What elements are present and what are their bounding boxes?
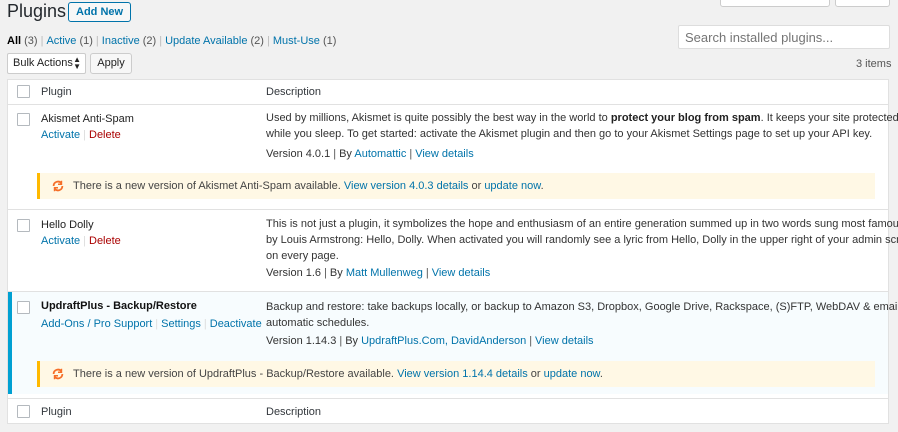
- update-notice: There is a new version of Akismet Anti-S…: [37, 173, 875, 199]
- view-version-details-link[interactable]: View version 1.14.4 details: [397, 368, 528, 380]
- author-link[interactable]: UpdraftPlus.Com, DavidAnderson: [361, 335, 526, 347]
- plugin-name: Akismet Anti-Spam: [41, 113, 134, 125]
- activate-link[interactable]: Activate: [41, 235, 80, 247]
- select-all-checkbox-footer[interactable]: [17, 405, 30, 418]
- page-title: Plugins: [7, 1, 67, 21]
- apply-button[interactable]: Apply: [90, 53, 132, 74]
- column-header-plugin[interactable]: Plugin: [41, 86, 72, 98]
- view-version-details-link[interactable]: View version 4.0.3 details: [344, 180, 469, 192]
- author-link[interactable]: Matt Mullenweg: [346, 267, 423, 279]
- screen-options-button[interactable]: [720, 0, 830, 7]
- addons-pro-support-link[interactable]: Add-Ons / Pro Support: [41, 318, 152, 330]
- plugin-status-filters: All (3) | Active (1) | Inactive (2) | Update A…: [7, 35, 337, 47]
- search-plugins-input[interactable]: [678, 25, 890, 49]
- filter-active[interactable]: Active (1): [46, 35, 92, 47]
- plugin-meta: Version 1.14.3 | By UpdraftPlus.Com, David…: [266, 335, 594, 347]
- plugin-actions: Activate | Delete: [41, 129, 121, 141]
- plugin-actions: Add-Ons / Pro Support | Settings | Deactivat…: [41, 318, 262, 330]
- update-icon: [52, 180, 64, 192]
- delete-link[interactable]: Delete: [89, 129, 121, 141]
- select-all-checkbox[interactable]: [17, 85, 30, 98]
- help-button[interactable]: [835, 0, 890, 7]
- plugin-description: Used by millions, Akismet is quite possi…: [266, 112, 898, 140]
- update-icon: [52, 368, 64, 380]
- filter-update-available[interactable]: Update Available (2): [165, 35, 264, 47]
- plugin-actions: Activate | Delete: [41, 235, 121, 247]
- bulk-actions-select[interactable]: Bulk Actions ▲ ▼: [7, 53, 86, 74]
- plugin-meta: Version 4.0.1 | By Automattic | View details: [266, 148, 474, 160]
- add-new-button[interactable]: Add New: [68, 2, 132, 22]
- plugin-checkbox[interactable]: [17, 219, 30, 232]
- plugins-table: Plugin Description Akismet Anti-Spam Act…: [7, 79, 898, 424]
- update-notice: There is a new version of UpdraftPlus - …: [37, 361, 875, 387]
- items-count: 3 items: [856, 58, 892, 70]
- plugin-checkbox[interactable]: [17, 113, 30, 126]
- deactivate-link[interactable]: Deactivate: [210, 318, 262, 330]
- plugin-description: This is not just a plugin, it symbolizes…: [266, 218, 898, 262]
- filter-all[interactable]: All (3): [7, 35, 38, 47]
- filter-must-use[interactable]: Must-Use (1): [273, 35, 337, 47]
- view-details-link[interactable]: View details: [415, 148, 474, 160]
- plugin-name: UpdraftPlus - Backup/Restore: [41, 300, 197, 312]
- column-footer-description: Description: [266, 406, 322, 418]
- plugin-description: Backup and restore: take backups locally…: [266, 301, 898, 329]
- update-now-link[interactable]: update now: [484, 180, 540, 192]
- filter-inactive[interactable]: Inactive (2): [102, 35, 156, 47]
- select-arrows-icon: ▲ ▼: [73, 55, 81, 71]
- delete-link[interactable]: Delete: [89, 235, 121, 247]
- view-details-link[interactable]: View details: [432, 267, 491, 279]
- author-link[interactable]: Automattic: [354, 148, 406, 160]
- view-details-link[interactable]: View details: [535, 335, 594, 347]
- activate-link[interactable]: Activate: [41, 129, 80, 141]
- column-footer-plugin[interactable]: Plugin: [41, 406, 72, 418]
- plugin-meta: Version 1.6 | By Matt Mullenweg | View detai…: [266, 267, 491, 279]
- update-now-link[interactable]: update now: [544, 368, 600, 380]
- plugin-checkbox[interactable]: [17, 301, 30, 314]
- plugin-name: Hello Dolly: [41, 219, 94, 231]
- column-header-description: Description: [266, 86, 322, 98]
- settings-link[interactable]: Settings: [161, 318, 201, 330]
